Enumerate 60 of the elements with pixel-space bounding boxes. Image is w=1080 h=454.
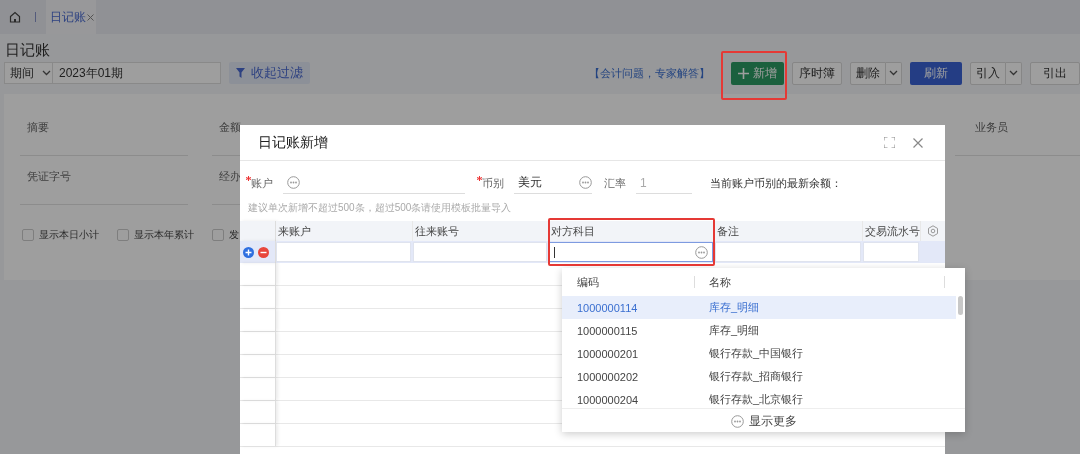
settings-button[interactable]: [921, 221, 945, 241]
close-icon[interactable]: [87, 13, 94, 21]
checkbox[interactable]: [212, 229, 224, 241]
dialog-title: 日记账新增: [258, 133, 328, 152]
list-item[interactable]: 1000000115 库存_明细: [562, 319, 956, 342]
checkbox-label: 显示本年累计: [134, 228, 194, 242]
field-label: 账户: [251, 175, 273, 191]
list-item[interactable]: 1000000204 银行存款_北京银行: [562, 388, 956, 408]
list-item[interactable]: 1000000201 银行存款_中国银行: [562, 342, 956, 365]
checkbox[interactable]: [117, 229, 129, 241]
more-icon[interactable]: [579, 176, 592, 189]
column-header: 来账户: [276, 221, 413, 241]
list-item[interactable]: 1000000202 银行存款_招商银行: [562, 365, 956, 388]
toolbar-button[interactable]: 引入: [970, 61, 1006, 85]
list-item[interactable]: 1000000114 库存_明细: [562, 296, 956, 319]
hint-text: 建议单次新增不超过500条，超过500条请使用模板批量导入: [248, 201, 513, 215]
checkbox[interactable]: [22, 229, 34, 241]
column-header: 备注: [715, 221, 863, 241]
caret-icon: [42, 70, 51, 76]
toolbar-button[interactable]: 序时簿: [792, 61, 842, 85]
page-title: 日记账: [5, 40, 51, 60]
home-icon[interactable]: [9, 11, 21, 23]
column-header: 名称: [695, 276, 945, 288]
period-field[interactable]: 2023年01期: [53, 62, 221, 84]
column-header: 交易流水号: [863, 221, 921, 241]
field-label: 币别: [482, 175, 504, 191]
more-icon: [730, 414, 744, 428]
filter-field[interactable]: 业务员: [955, 120, 1080, 156]
field-label: 汇率: [604, 175, 626, 191]
add-row-icon[interactable]: [243, 246, 254, 258]
dropdown-toggle[interactable]: [1006, 61, 1022, 85]
input-field[interactable]: 美元: [514, 172, 592, 194]
column-header: 往来账号: [413, 221, 549, 241]
balance-label: 当前账户币别的最新余额：: [710, 175, 842, 191]
column-header: 编码: [562, 276, 695, 288]
caret-icon: [889, 70, 898, 76]
help-link[interactable]: 【会计问题，专家解答】: [589, 65, 710, 81]
more-icon[interactable]: [287, 176, 300, 189]
checkbox-label: 显示本日小计: [39, 228, 99, 242]
fullscreen-icon[interactable]: [884, 137, 895, 148]
filter-icon: [236, 68, 245, 78]
plus-icon: [738, 67, 749, 79]
filter-field[interactable]: 凭证字号: [20, 169, 188, 205]
filter-field[interactable]: 摘要: [20, 120, 188, 156]
more-icon[interactable]: [695, 245, 708, 259]
settings-icon: [927, 225, 939, 237]
remove-row-icon[interactable]: [258, 246, 269, 258]
scrollbar-thumb[interactable]: [958, 296, 963, 315]
close-icon[interactable]: [913, 137, 923, 148]
text-cursor-icon: [554, 247, 555, 258]
show-more-button[interactable]: 显示更多: [730, 412, 797, 430]
tab[interactable]: 日记账: [46, 0, 96, 34]
dropdown-toggle[interactable]: [886, 61, 902, 85]
toolbar-button[interactable]: 删除: [850, 61, 886, 85]
toolbar-button[interactable]: 刷新: [910, 61, 962, 85]
column-header: 对方科目: [549, 221, 715, 241]
period-select[interactable]: 期间: [4, 62, 53, 84]
caret-icon: [1009, 70, 1018, 76]
checkbox-label: 发: [229, 228, 239, 242]
toolbar-button[interactable]: 引出: [1030, 61, 1080, 85]
